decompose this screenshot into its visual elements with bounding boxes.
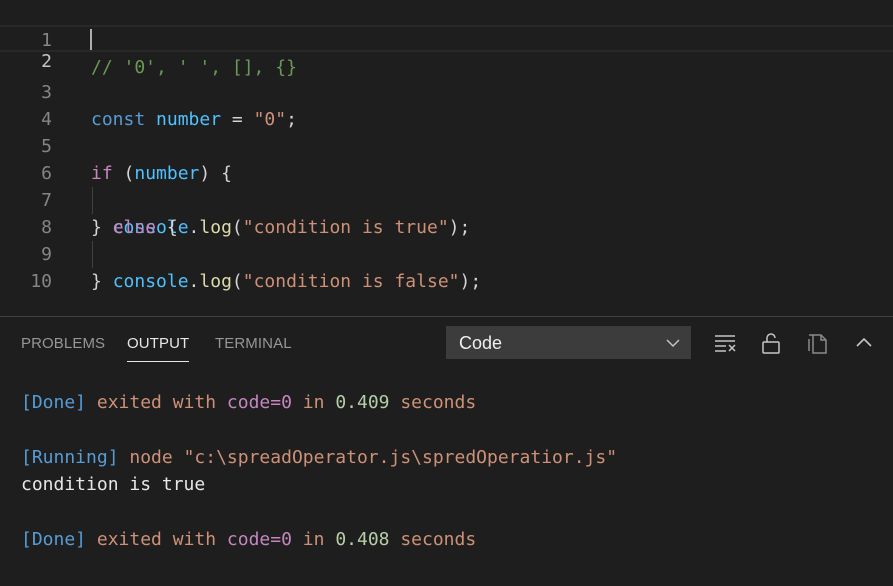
tab-terminal[interactable]: TERMINAL bbox=[215, 335, 292, 352]
output-channel-select[interactable]: Code bbox=[446, 326, 691, 359]
output-text: in bbox=[291, 392, 336, 413]
exit-code: code=0 bbox=[226, 529, 292, 550]
open-file-icon[interactable] bbox=[806, 331, 830, 355]
status-tag: [Running] bbox=[21, 447, 119, 468]
editor-line-9[interactable]: 9 } bbox=[0, 214, 893, 292]
duration-value: 0.408 bbox=[335, 529, 390, 550]
program-output: condition is true bbox=[21, 474, 206, 495]
editor-line-7[interactable]: 7 } else { bbox=[0, 160, 893, 238]
tab-output[interactable]: OUTPUT bbox=[127, 335, 190, 362]
function-token: log bbox=[199, 271, 232, 292]
editor-line-6[interactable]: 6 console.log("condition is true"); bbox=[0, 133, 893, 238]
output-text: seconds bbox=[389, 392, 477, 413]
editor-line-1[interactable]: 1 // '0', ' ', [], {} bbox=[0, 0, 893, 78]
file-path: "c:\spreadOperator.js\spredOperatior.js" bbox=[183, 447, 618, 468]
editor-line-5[interactable]: 5 if (number) { bbox=[0, 106, 893, 184]
editor-line-3[interactable]: 3 const number = "0"; bbox=[0, 52, 893, 130]
bottom-panel: PROBLEMS OUTPUT TERMINAL Code [Done] exi… bbox=[0, 316, 893, 586]
output-text: exited with bbox=[86, 392, 227, 413]
plain-token: . bbox=[188, 271, 200, 292]
output-line: [Running] node "c:\spreadOperator.js\spr… bbox=[21, 444, 617, 471]
output-text: exited with bbox=[86, 529, 227, 550]
output-line: [Done] exited with code=0 in 0.409 secon… bbox=[21, 389, 476, 416]
editor-line-4[interactable]: 4 bbox=[0, 79, 893, 130]
chevron-up-icon[interactable] bbox=[852, 331, 876, 355]
duration-value: 0.409 bbox=[335, 392, 390, 413]
editor-line-10[interactable]: 10 bbox=[0, 241, 893, 292]
plain-token: ( bbox=[231, 271, 243, 292]
chevron-down-icon bbox=[666, 339, 680, 348]
text-cursor bbox=[90, 29, 92, 50]
line-code: } bbox=[91, 268, 102, 295]
status-tag: [Done] bbox=[21, 392, 87, 413]
clear-output-icon[interactable] bbox=[713, 331, 737, 355]
output-line: condition is true bbox=[21, 471, 205, 498]
output-text: in bbox=[291, 529, 336, 550]
output-text: seconds bbox=[389, 529, 477, 550]
plain-token: ); bbox=[459, 271, 482, 292]
object-token: console bbox=[112, 271, 189, 292]
status-tag: [Done] bbox=[21, 529, 87, 550]
code-editor[interactable]: 1 // '0', ' ', [], {} 2 3 const number =… bbox=[0, 0, 893, 316]
panel-tab-bar: PROBLEMS OUTPUT TERMINAL Code bbox=[0, 317, 893, 369]
lock-icon[interactable] bbox=[759, 331, 783, 355]
string-token: "condition is false" bbox=[242, 271, 460, 292]
exit-code: code=0 bbox=[226, 392, 292, 413]
plain-token: } bbox=[91, 271, 102, 292]
output-line: [Done] exited with code=0 in 0.408 secon… bbox=[21, 526, 476, 553]
line-code: console.log("condition is false"); bbox=[91, 268, 482, 295]
editor-line-8[interactable]: 8 console.log("condition is false"); bbox=[0, 187, 893, 292]
output-channel-value: Code bbox=[459, 333, 503, 353]
editor-line-2-current[interactable]: 2 bbox=[0, 25, 893, 72]
output-text: node bbox=[118, 447, 184, 468]
tab-problems[interactable]: PROBLEMS bbox=[21, 335, 105, 352]
line-number: 10 bbox=[30, 271, 52, 292]
